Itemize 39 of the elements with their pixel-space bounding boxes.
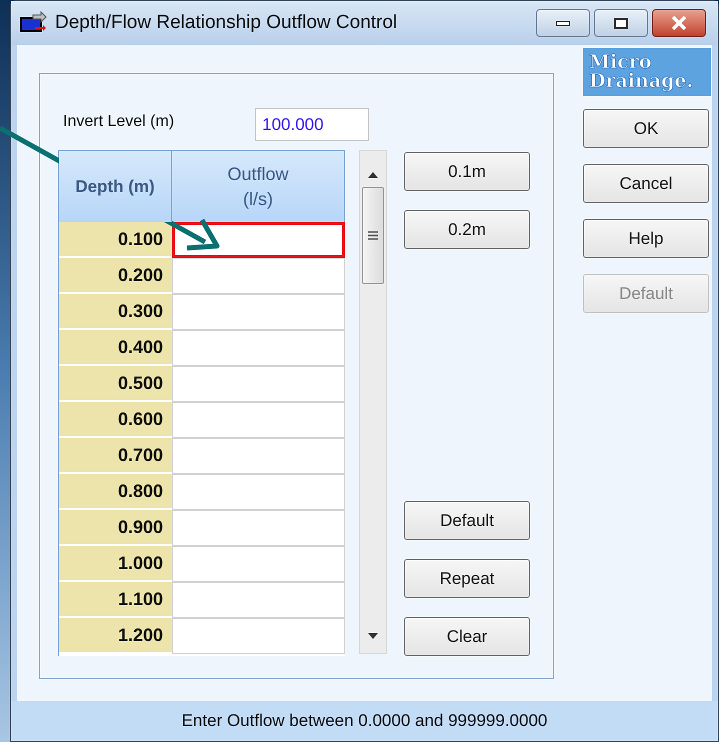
- depth-cell: 1.000: [59, 546, 172, 582]
- depth-cell: 0.700: [59, 438, 172, 474]
- depth-cell: 0.800: [59, 474, 172, 510]
- column-header: Outflow (l/s): [172, 151, 345, 222]
- close-icon: [671, 16, 687, 30]
- depth-cell: 1.200: [59, 618, 172, 654]
- depth-cell: 0.200: [59, 258, 172, 294]
- dialog-button[interactable]: 0.2m: [404, 210, 530, 249]
- column-header: Depth (m): [59, 151, 172, 222]
- scrollbar[interactable]: [359, 150, 387, 654]
- dialog-button[interactable]: Help: [583, 219, 709, 258]
- depth-cell: 1.100: [59, 582, 172, 618]
- depth-cell: 0.300: [59, 294, 172, 330]
- invert-level-field[interactable]: 100.000: [255, 108, 370, 141]
- minimize-button[interactable]: [536, 9, 590, 37]
- dialog-button[interactable]: Clear: [404, 617, 530, 656]
- status-bar: Enter Outflow between 0.0000 and 999999.0000: [11, 701, 718, 741]
- outflow-cell[interactable]: [172, 222, 345, 258]
- app-icon: [19, 11, 47, 35]
- scroll-up-icon[interactable]: [368, 172, 378, 178]
- dialog-button[interactable]: 0.1m: [404, 152, 530, 191]
- maximize-button[interactable]: [594, 9, 648, 37]
- close-button[interactable]: [652, 9, 706, 37]
- grip-icon: [368, 231, 378, 240]
- depth-cell: 0.100: [59, 222, 172, 258]
- dialog-button[interactable]: Default: [404, 501, 530, 540]
- logo-text: Micro: [589, 53, 652, 72]
- depth-cell: 0.500: [59, 366, 172, 402]
- dialog-button[interactable]: Repeat: [404, 559, 530, 598]
- scroll-thumb[interactable]: [362, 187, 384, 284]
- depth-cell: 0.900: [59, 510, 172, 546]
- dialog-button[interactable]: OK: [583, 109, 709, 148]
- window-title: Depth/Flow Relationship Outflow Control: [55, 10, 398, 35]
- depth-cell: 0.400: [59, 330, 172, 366]
- scroll-down-icon[interactable]: [368, 633, 378, 639]
- invert-level-label: Invert Level (m): [63, 112, 174, 132]
- logo-text: Drainage.: [589, 72, 694, 91]
- depth-cell: 0.600: [59, 402, 172, 438]
- dialog-button[interactable]: Cancel: [583, 164, 709, 203]
